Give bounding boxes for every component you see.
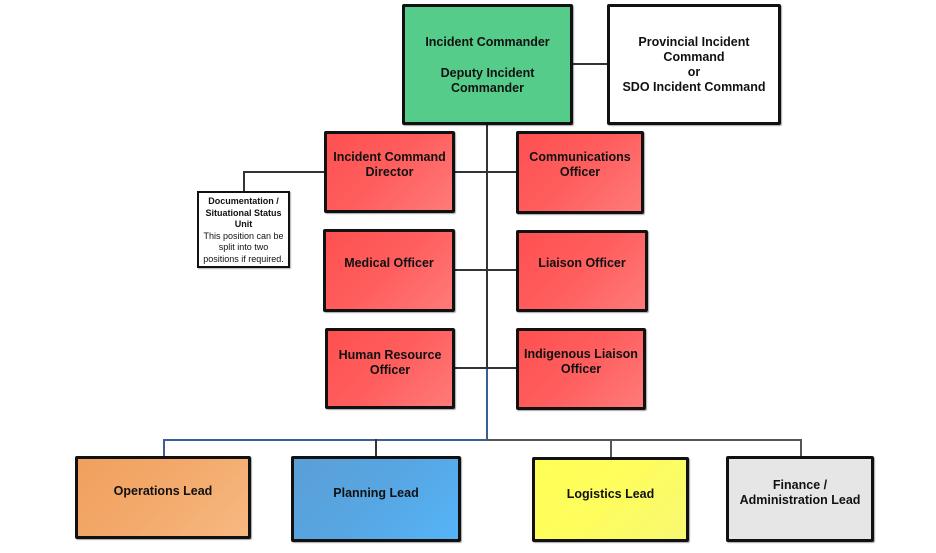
connector-bus-left <box>163 439 487 441</box>
connector-doc-horizontal <box>243 171 324 173</box>
connector-drop-finance <box>800 439 802 456</box>
connector-drop-logistics <box>610 439 612 457</box>
human-resource-officer-box[interactable]: Human Resource Officer <box>325 328 455 409</box>
connector-doc-vertical <box>243 171 245 191</box>
indigenous-liaison-officer-label: Indigenous Liaison Officer <box>524 347 638 376</box>
communications-officer-label: Communications Officer <box>529 150 631 179</box>
operations-lead-label: Operations Lead <box>113 484 213 498</box>
incident-commander-label: Incident Commander <box>425 35 550 49</box>
connector-row2 <box>454 269 516 271</box>
finance-administration-lead-box[interactable]: Finance / Administration Lead <box>726 456 874 542</box>
medical-officer-label: Medical Officer <box>344 256 434 270</box>
connector-main-trunk-lower <box>486 369 488 440</box>
provincial-incident-command-label: Provincial Incident Command or SDO Incid… <box>622 35 766 94</box>
incident-command-director-label: Incident Command Director <box>333 150 446 179</box>
medical-officer-box[interactable]: Medical Officer <box>323 229 455 312</box>
planning-lead-label: Planning Lead <box>333 486 419 500</box>
provincial-incident-command-box[interactable]: Provincial Incident Command or SDO Incid… <box>607 4 781 125</box>
operations-lead-box[interactable]: Operations Lead <box>75 456 251 539</box>
documentation-unit-title: Documentation / Situational Status Unit <box>205 196 282 229</box>
logistics-lead-label: Logistics Lead <box>566 487 655 501</box>
liaison-officer-label: Liaison Officer <box>538 256 626 270</box>
indigenous-liaison-officer-box[interactable]: Indigenous Liaison Officer <box>516 328 646 410</box>
connector-bus-right <box>487 439 801 441</box>
finance-administration-lead-label: Finance / Administration Lead <box>739 478 861 507</box>
connector-commander-external <box>572 63 607 65</box>
documentation-unit-box[interactable]: Documentation / Situational Status Unit … <box>197 191 290 268</box>
planning-lead-box[interactable]: Planning Lead <box>291 456 461 542</box>
connector-drop-operations <box>163 439 165 456</box>
logistics-lead-box[interactable]: Logistics Lead <box>532 457 689 542</box>
connector-row3 <box>454 367 516 369</box>
connector-main-trunk <box>486 124 488 369</box>
communications-officer-box[interactable]: Communications Officer <box>516 131 644 214</box>
documentation-unit-note: This position can be split into two posi… <box>203 230 284 264</box>
deputy-incident-commander-label: Deputy Incident Commander <box>440 66 535 95</box>
incident-command-director-box[interactable]: Incident Command Director <box>324 131 455 213</box>
connector-row1 <box>454 171 516 173</box>
human-resource-officer-label: Human Resource Officer <box>338 348 442 377</box>
connector-drop-planning <box>375 439 377 456</box>
incident-commander-box[interactable]: Incident Commander Deputy Incident Comma… <box>402 4 573 125</box>
liaison-officer-box[interactable]: Liaison Officer <box>516 230 648 312</box>
